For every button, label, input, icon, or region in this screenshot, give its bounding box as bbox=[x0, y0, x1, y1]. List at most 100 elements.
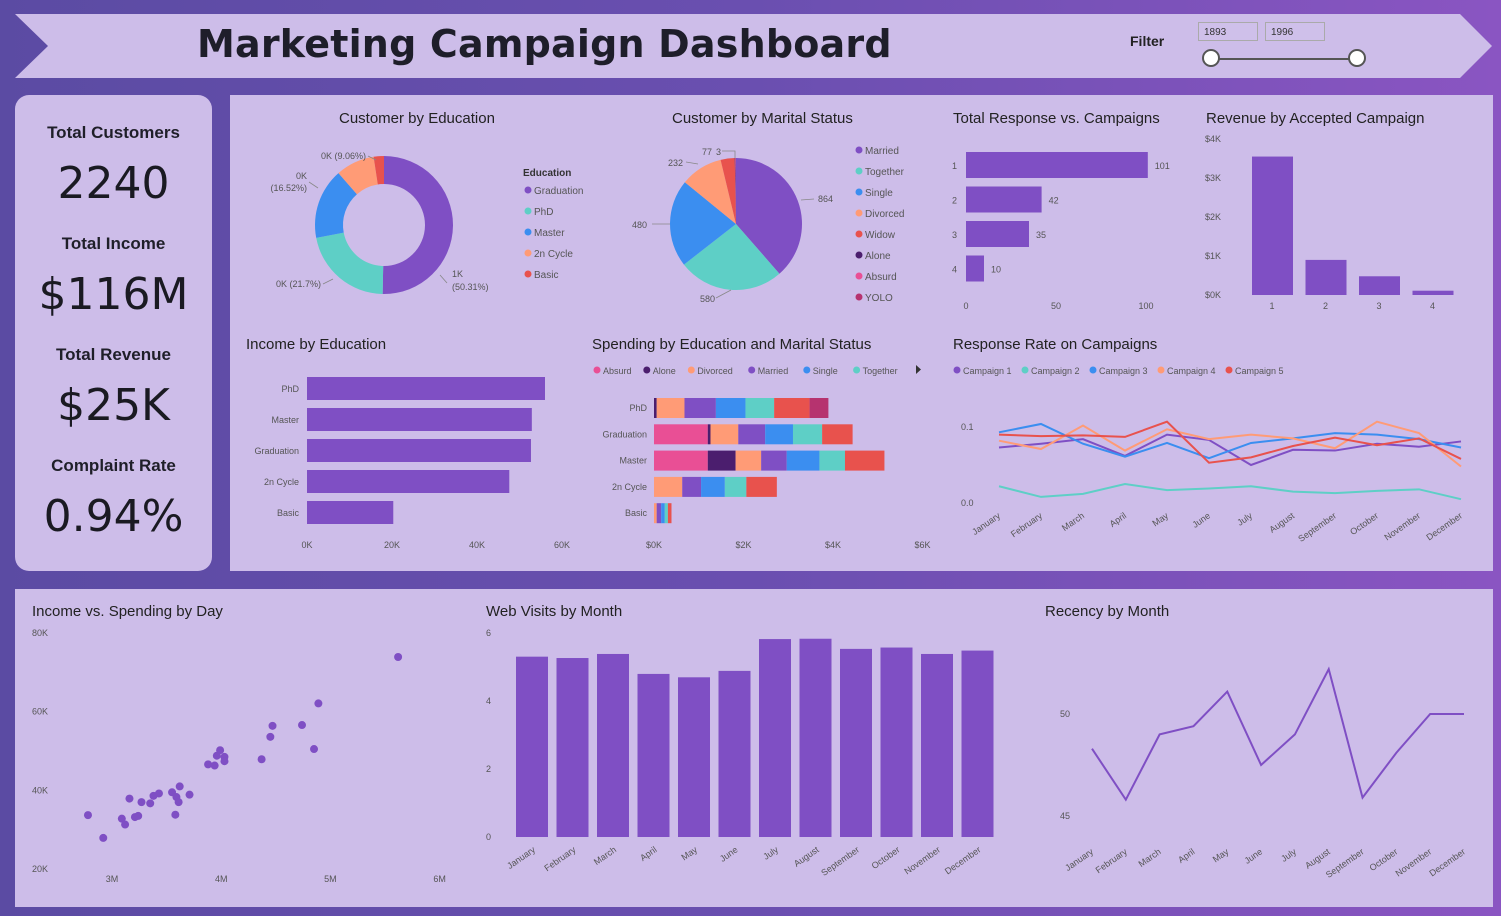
edu-legend-label-0: Graduation bbox=[534, 186, 583, 197]
income-xtick-40K: 40K bbox=[469, 540, 485, 550]
web-visits-xtick-april: April bbox=[638, 844, 658, 863]
scatter-point-23 bbox=[257, 755, 266, 764]
scatter-xtick-5M: 5M bbox=[324, 874, 337, 884]
edu-label-phd: 0K (21.7%) bbox=[276, 279, 321, 289]
scatter-point-1 bbox=[99, 833, 108, 842]
scatter-ytick-20K: 20K bbox=[32, 864, 48, 874]
response-cat-1: 1 bbox=[952, 161, 957, 171]
web-visits-bar-july bbox=[759, 639, 791, 837]
spending-seg-2n-cycle-divorced bbox=[654, 476, 683, 497]
recency-ytick-45: 45 bbox=[1060, 811, 1070, 821]
response-cat-2: 2 bbox=[952, 196, 957, 206]
response-rate-xtick-january: January bbox=[970, 510, 1002, 537]
spending-seg-graduation-married bbox=[738, 424, 766, 445]
income-cat-4: Basic bbox=[277, 508, 300, 518]
spending-legend-marker-1 bbox=[643, 366, 651, 374]
spending-seg-graduation-single bbox=[765, 424, 793, 445]
income-bar-master bbox=[307, 408, 532, 431]
response-value-3: 35 bbox=[1036, 230, 1046, 240]
response-rate-xtick-december: December bbox=[1424, 510, 1464, 542]
edu-legend-marker-2 bbox=[524, 228, 532, 236]
spending-seg-phd-widow bbox=[774, 398, 810, 418]
edu-leader-graduation bbox=[439, 274, 448, 284]
spending-cat-0: PhD bbox=[629, 403, 647, 413]
income-xtick-0K: 0K bbox=[301, 540, 312, 550]
spending-seg-master-absurd bbox=[654, 450, 708, 471]
web-visits-xtick-december: December bbox=[943, 844, 983, 876]
marital-label-divorced: 232 bbox=[668, 158, 683, 168]
spending-seg-master-single bbox=[786, 450, 820, 471]
edu-legend-label-3: 2n Cycle bbox=[534, 249, 573, 260]
spending-legend-marker-0 bbox=[593, 366, 601, 374]
web-visits-bar-february bbox=[556, 658, 589, 837]
marital-legend-label-3: Divorced bbox=[865, 209, 904, 220]
spending-legend-label-3: Married bbox=[758, 366, 789, 376]
spending-legend-label-4: Single bbox=[813, 366, 838, 376]
scatter-point-28 bbox=[314, 699, 323, 708]
web-visits-xtick-november: November bbox=[902, 844, 942, 876]
revenue-xtick-3: 3 bbox=[1376, 301, 1381, 311]
scatter-point-4 bbox=[125, 794, 134, 803]
marital-label-single: 480 bbox=[632, 220, 647, 230]
web-visits-bar-april bbox=[637, 673, 670, 837]
response-bar-4 bbox=[966, 255, 984, 282]
marital-label-married: 864 bbox=[818, 194, 833, 204]
response-cat-3: 3 bbox=[952, 230, 957, 240]
spending-legend-label-2: Divorced bbox=[697, 366, 733, 376]
income-cat-0: PhD bbox=[281, 384, 299, 394]
response-bar-1 bbox=[966, 152, 1148, 178]
web-visits-bar-november bbox=[921, 653, 953, 837]
marital-legend-label-5: Alone bbox=[865, 251, 891, 262]
recency-xtick-november: November bbox=[1394, 846, 1434, 878]
marital-legend-label-4: Widow bbox=[865, 230, 896, 241]
spending-legend-next-icon[interactable] bbox=[916, 365, 921, 374]
marital-legend-marker-6 bbox=[855, 272, 863, 280]
response-rate-legend-label-2: Campaign 3 bbox=[1099, 366, 1148, 376]
response-value-1: 101 bbox=[1155, 161, 1170, 171]
web-visits-xtick-january: January bbox=[505, 844, 537, 871]
spending-seg-basic-together bbox=[664, 503, 668, 524]
edu-legend-label-4: Basic bbox=[534, 270, 558, 281]
response-bar-3 bbox=[966, 221, 1029, 247]
scatter-point-14 bbox=[174, 798, 183, 807]
web-visits-xtick-october: October bbox=[870, 844, 902, 871]
scatter-point-20 bbox=[216, 746, 225, 755]
revenue-bar-2 bbox=[1305, 259, 1347, 295]
response-rate-xtick-may: May bbox=[1150, 510, 1170, 528]
web-visits-xtick-june: June bbox=[718, 844, 740, 863]
edu-legend-marker-1 bbox=[524, 207, 532, 215]
marital-legend-label-6: Absurd bbox=[865, 272, 897, 283]
recency-xtick-may: May bbox=[1211, 846, 1231, 864]
revenue-bar-1 bbox=[1252, 156, 1293, 295]
spending-legend-label-5: Together bbox=[863, 366, 898, 376]
revenue-xtick-2: 2 bbox=[1323, 301, 1328, 311]
income-xtick-60K: 60K bbox=[554, 540, 570, 550]
spending-seg-graduation-together bbox=[792, 424, 823, 445]
revenue-ytick-3: $3K bbox=[1205, 173, 1221, 183]
income-cat-1: Master bbox=[271, 415, 299, 425]
marital-label-widow: 77 bbox=[702, 147, 712, 157]
scatter-ytick-60K: 60K bbox=[32, 707, 48, 717]
recency-ytick-50: 50 bbox=[1060, 709, 1070, 719]
marital-label-together: 580 bbox=[700, 294, 715, 304]
charts-layer: 1K (50.31%) 0K (21.7%) 0K (16.52%) 0K (9.06%)… bbox=[32, 134, 1467, 884]
scatter-point-29 bbox=[394, 652, 403, 661]
spending-seg-master-alone bbox=[707, 450, 736, 471]
web-visits-xtick-march: March bbox=[592, 844, 618, 867]
revenue-ytick-0: $0K bbox=[1205, 290, 1221, 300]
revenue-xtick-1: 1 bbox=[1269, 301, 1274, 311]
web-visits-bar-october bbox=[880, 647, 913, 837]
response-rate-ytick-0.1: 0.1 bbox=[961, 422, 974, 432]
response-bar-2 bbox=[966, 186, 1042, 213]
scatter-point-12 bbox=[171, 810, 180, 819]
income-bar-basic bbox=[307, 501, 394, 524]
spending-seg-graduation-widow bbox=[822, 424, 853, 445]
edu-leader-master bbox=[308, 181, 319, 189]
revenue-ytick-1: $1K bbox=[1205, 251, 1221, 261]
edu-legend-label-1: PhD bbox=[534, 207, 553, 218]
recency-xtick-june: June bbox=[1243, 846, 1265, 865]
recency-xtick-december: December bbox=[1427, 846, 1467, 878]
income-xtick-20K: 20K bbox=[384, 540, 400, 550]
spending-legend-label-1: Alone bbox=[653, 366, 676, 376]
response-xtick-100: 100 bbox=[1138, 301, 1153, 311]
